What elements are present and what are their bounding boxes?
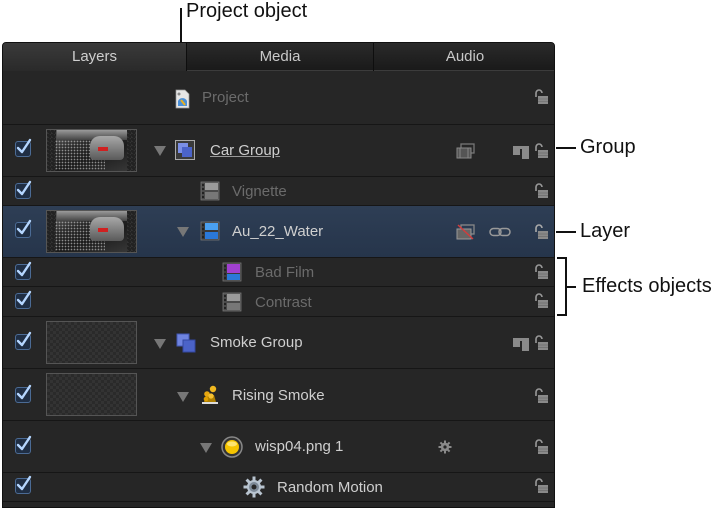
effects-bracket-tick [566,286,576,288]
visibility-checkbox[interactable] [15,384,32,403]
group-icon [176,333,196,353]
visibility-checkbox[interactable] [15,138,32,157]
group-icon [175,140,195,160]
visibility-checkbox[interactable] [15,475,32,494]
lock-icon[interactable] [533,224,549,240]
layer-name: Bad Film [255,264,315,281]
emitter-icon [202,385,218,404]
list-item-rising-smoke[interactable]: Rising Smoke [3,369,554,421]
tab-bar: Layers Media Audio [3,43,554,71]
list-item-vignette[interactable]: Vignette [3,177,554,206]
callout-layer-line [556,231,576,233]
layer-name: Rising Smoke [232,387,325,404]
layers-panel: Layers Media Audio Project Car Group Vig… [2,42,555,508]
layer-name: Random Motion [277,479,383,496]
thumbnail [46,129,137,172]
list-item-au-22-water[interactable]: Au_22_Water [3,206,554,258]
particle-cell-icon [221,436,243,458]
filmstrip-disabled-icon[interactable] [456,224,476,240]
layer-name: Car Group [210,142,281,159]
project-file-icon [175,89,190,109]
callout-group: Group [580,136,636,158]
lock-icon[interactable] [533,183,549,199]
callout-layer: Layer [580,220,631,242]
lock-icon[interactable] [533,264,549,280]
thumbnail [46,210,137,253]
callout-effects-objects: Effects objects [582,275,712,297]
filter-icon [222,262,242,282]
filter-icon [200,181,220,201]
callout-group-line [556,147,576,149]
lock-icon[interactable] [533,143,549,159]
list-item-wisp04[interactable]: wisp04.png 1 [3,421,554,473]
effects-bracket-bottom [557,314,567,316]
lock-icon[interactable] [533,89,549,105]
disclosure-triangle-icon[interactable] [200,443,212,453]
visibility-checkbox[interactable] [15,180,32,199]
list-item-contrast[interactable]: Contrast [3,287,554,317]
layer-name: Project [202,89,249,106]
filmstrip-stack-icon[interactable] [456,143,476,159]
layer-film-icon [200,221,220,241]
filter-icon [222,292,242,312]
group-2d-3d-icon[interactable] [512,143,530,159]
gear-icon[interactable] [438,440,452,454]
thumbnail [46,373,137,416]
link-icon[interactable] [489,227,511,237]
lock-icon[interactable] [533,388,549,404]
lock-icon[interactable] [533,293,549,309]
disclosure-triangle-icon[interactable] [177,392,189,402]
layer-name: Smoke Group [210,334,303,351]
layer-name: wisp04.png 1 [255,438,344,455]
lock-icon[interactable] [533,439,549,455]
disclosure-triangle-icon[interactable] [154,146,166,156]
list-item-car-group[interactable]: Car Group [3,125,554,177]
tab-media[interactable]: Media [187,43,374,71]
disclosure-triangle-icon[interactable] [177,227,189,237]
behavior-gear-icon [243,476,265,498]
list-item-bad-film[interactable]: Bad Film [3,258,554,287]
layer-name: Contrast [255,294,312,311]
list-item-smoke-group[interactable]: Smoke Group [3,317,554,369]
lock-icon[interactable] [533,478,549,494]
visibility-checkbox[interactable] [15,290,32,309]
layer-name: Au_22_Water [232,223,324,240]
disclosure-triangle-icon[interactable] [154,339,166,349]
visibility-checkbox[interactable] [15,435,32,454]
list-item-random-motion[interactable]: Random Motion [3,473,554,502]
visibility-checkbox[interactable] [15,261,32,280]
callout-project-object: Project object [186,0,308,22]
visibility-checkbox[interactable] [15,331,32,350]
list-item-project[interactable]: Project [3,71,554,125]
tab-layers[interactable]: Layers [3,43,187,71]
tab-audio[interactable]: Audio [374,43,554,71]
layer-name: Vignette [232,183,287,200]
lock-icon[interactable] [533,335,549,351]
visibility-checkbox[interactable] [15,219,32,238]
group-2d-3d-icon[interactable] [512,335,530,351]
thumbnail [46,321,137,364]
